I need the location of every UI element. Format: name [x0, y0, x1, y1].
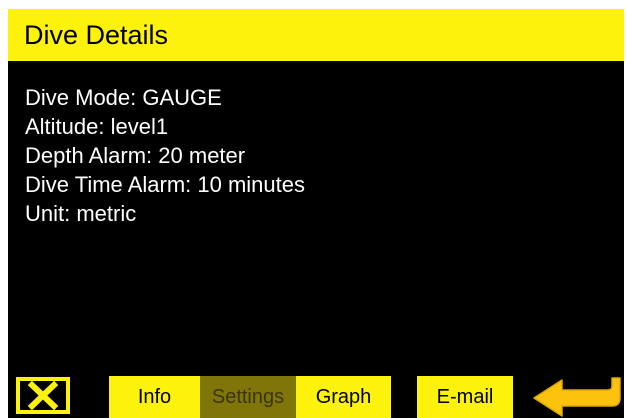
detail-altitude: Altitude: level1 [25, 114, 169, 139]
settings-button[interactable]: Settings [200, 376, 296, 418]
page-title: Dive Details [24, 20, 169, 50]
title-bar: Dive Details [8, 9, 624, 61]
detail-dive-time-alarm: Dive Time Alarm: 10 minutes [25, 172, 305, 197]
email-button[interactable]: E-mail [417, 376, 513, 418]
close-x-icon [16, 377, 70, 414]
back-button[interactable] [528, 374, 624, 418]
info-button[interactable]: Info [109, 376, 200, 418]
close-button[interactable] [16, 377, 70, 414]
return-arrow-icon [533, 377, 621, 417]
graph-button[interactable]: Graph [296, 376, 391, 418]
dive-details-screen: Dive Details Dive Mode: GAUGE Altitude: … [8, 9, 624, 418]
dive-details-list: Dive Mode: GAUGE Altitude: level1 Depth … [25, 83, 305, 228]
detail-depth-alarm: Depth Alarm: 20 meter [25, 143, 246, 168]
detail-dive-mode: Dive Mode: GAUGE [25, 85, 222, 110]
detail-unit: Unit: metric [25, 201, 137, 226]
